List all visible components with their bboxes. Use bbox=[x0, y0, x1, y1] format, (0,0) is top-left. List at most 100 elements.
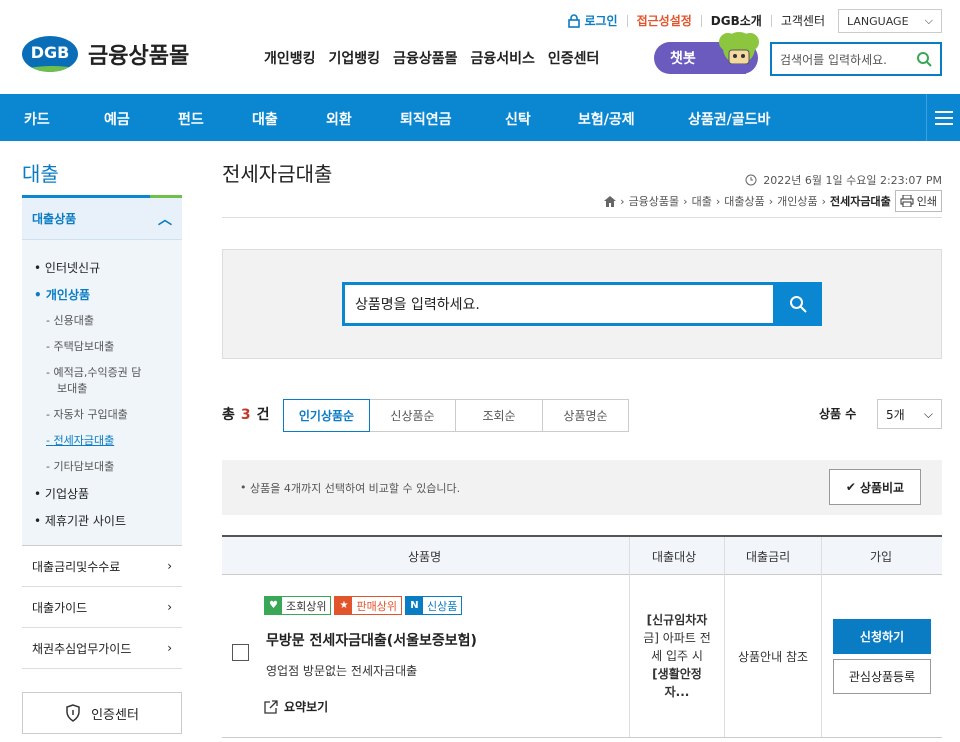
menu-card[interactable]: 카드 bbox=[24, 109, 50, 129]
sidebar-subitem-deposit-secured-cont: 보대출 bbox=[57, 382, 88, 395]
product-count-select[interactable]: 5개 ⌵ bbox=[877, 399, 942, 429]
sidebar-item-partner[interactable]: • 제휴기관 사이트 bbox=[34, 512, 126, 529]
menu-trust[interactable]: 신탁 bbox=[505, 109, 531, 129]
breadcrumb-item[interactable]: 금융상품몰 bbox=[629, 193, 680, 209]
menu-fund[interactable]: 펀드 bbox=[178, 109, 204, 129]
sidebar-section-loan-products[interactable]: 대출상품 ︿ bbox=[22, 198, 182, 240]
external-link-icon bbox=[264, 699, 278, 714]
search-icon bbox=[790, 296, 807, 313]
sidebar-item-corporate[interactable]: • 기업상품 bbox=[34, 485, 89, 502]
login-link[interactable]: 로그인 bbox=[584, 15, 628, 27]
sidebar-subitem-other[interactable]: - 기타담보대출 bbox=[46, 458, 114, 474]
sort-popular[interactable]: 인기상품순 bbox=[283, 399, 370, 432]
chevron-right-icon: › bbox=[167, 559, 172, 573]
sidebar-menu-rates[interactable]: 대출금리및수수료 › bbox=[22, 546, 182, 587]
badge-views: ♥ 조회상위 bbox=[264, 596, 332, 615]
chevron-down-icon: ⌵ bbox=[923, 406, 933, 421]
sidebar-menu-guide[interactable]: 대출가이드 › bbox=[22, 587, 182, 628]
menu-loan[interactable]: 대출 bbox=[252, 109, 278, 129]
apply-button[interactable]: 신청하기 bbox=[833, 619, 931, 654]
title-divider bbox=[222, 217, 942, 218]
print-button[interactable]: 인쇄 bbox=[894, 190, 942, 212]
category-menubar: 카드 예금 펀드 대출 외환 퇴직연금 신탁 보험/공제 상품권/골드바 bbox=[0, 94, 960, 141]
star-icon: ★ bbox=[335, 597, 353, 614]
breadcrumb: › 금융상품몰 › 대출 › 대출상품 › 개인상품 › 전세자금대출 인쇄 bbox=[604, 190, 942, 212]
gnb-financial-services[interactable]: 금융서비스 bbox=[470, 48, 534, 68]
product-search-button[interactable] bbox=[774, 282, 822, 326]
accessibility-link[interactable]: 접근성설정 bbox=[628, 15, 702, 27]
summary-link[interactable]: 요약보기 bbox=[264, 698, 328, 715]
col-target: 대출대상 bbox=[652, 550, 697, 564]
chatbot-label: 챗봇 bbox=[670, 51, 696, 67]
lock-icon bbox=[568, 14, 581, 28]
sidebar-subitem-credit[interactable]: - 신용대출 bbox=[46, 312, 94, 328]
page-title: 전세자금대출 bbox=[222, 162, 333, 186]
sidebar-title: 대출 bbox=[22, 162, 59, 186]
printer-icon bbox=[900, 195, 914, 207]
sidebar-subitem-jeonse[interactable]: - 전세자금대출 bbox=[46, 432, 114, 448]
sort-tabs: 인기상품순 신상품순 조회순 상품명순 bbox=[283, 399, 629, 432]
sidebar-item-internet[interactable]: • 인터넷신규 bbox=[34, 259, 100, 276]
check-icon: ✔ bbox=[845, 480, 856, 494]
chevron-up-icon: ︿ bbox=[158, 211, 172, 228]
utility-bar: 로그인 접근성설정 DGB소개 고객센터 LANGUAGE ⌵ bbox=[568, 9, 942, 33]
product-desc: 영업점 방문없는 전세자금대출 bbox=[266, 664, 418, 678]
sidebar-subitem-deposit-secured[interactable]: - 예적금,수익증권 담 bbox=[46, 364, 141, 380]
search-icon[interactable] bbox=[916, 51, 932, 67]
breadcrumb-item[interactable]: 대출 bbox=[692, 193, 712, 209]
badge-new: N 신상품 bbox=[404, 596, 463, 615]
sidebar-item-personal[interactable]: • 개인상품 bbox=[34, 286, 90, 303]
breadcrumb-current: 전세자금대출 bbox=[830, 195, 891, 208]
gnb-personal-banking[interactable]: 개인뱅킹 bbox=[264, 48, 316, 68]
cert-center-label: 인증센터 bbox=[91, 707, 139, 723]
chevron-down-icon: ⌵ bbox=[924, 14, 933, 27]
support-link[interactable]: 고객센터 bbox=[772, 15, 834, 27]
compare-button[interactable]: ✔ 상품비교 bbox=[829, 469, 921, 505]
header-search-input[interactable]: 검색어를 입력하세요. bbox=[780, 51, 887, 68]
global-nav: 개인뱅킹 기업뱅킹 금융상품몰 금융서비스 인증센터 bbox=[264, 48, 612, 68]
table-header: 상품명 대출대상 대출금리 가입 bbox=[222, 535, 942, 575]
product-name[interactable]: 무방문 전세자금대출(서울보증보험) bbox=[266, 630, 477, 650]
new-icon: N bbox=[405, 597, 423, 614]
add-favorite-button[interactable]: 관심상품등록 bbox=[833, 659, 931, 694]
sidebar-menu-collection[interactable]: 채권추심업무가이드 › bbox=[22, 628, 182, 669]
site-logo[interactable]: DGB 금융상품몰 bbox=[22, 36, 189, 72]
menu-forex[interactable]: 외환 bbox=[326, 109, 352, 129]
home-icon[interactable] bbox=[604, 195, 617, 207]
heart-icon: ♥ bbox=[265, 597, 282, 614]
menu-deposit[interactable]: 예금 bbox=[104, 109, 130, 129]
gnb-product-mall[interactable]: 금융상품몰 bbox=[393, 48, 457, 68]
col-join: 가입 bbox=[870, 550, 893, 564]
gnb-cert-center[interactable]: 인증센터 bbox=[548, 48, 600, 68]
sort-name[interactable]: 상품명순 bbox=[542, 399, 629, 432]
language-select[interactable]: LANGUAGE ⌵ bbox=[838, 9, 942, 33]
gnb-corporate-banking[interactable]: 기업뱅킹 bbox=[329, 48, 381, 68]
menu-pension[interactable]: 퇴직연금 bbox=[400, 109, 452, 129]
menu-giftcard[interactable]: 상품권/골드바 bbox=[688, 109, 770, 129]
sidebar-list: • 인터넷신규 • 개인상품 - 신용대출 - 주택담보대출 - 예적금,수익증… bbox=[22, 240, 182, 546]
chatbot-button[interactable]: 챗봇 bbox=[654, 32, 759, 74]
col-rate: 대출금리 bbox=[746, 550, 791, 564]
sidebar-section-label: 대출상품 bbox=[32, 212, 77, 226]
badge-sales: ★ 판매상위 bbox=[334, 596, 402, 615]
chevron-right-icon: › bbox=[167, 641, 172, 655]
header-search[interactable]: 검색어를 입력하세요. bbox=[770, 42, 942, 76]
product-search-input[interactable]: 상품명을 입력하세요. bbox=[342, 282, 776, 326]
hamburger-menu-icon[interactable] bbox=[926, 94, 960, 141]
cert-center-button[interactable]: 인증센터 bbox=[22, 692, 182, 734]
about-link[interactable]: DGB소개 bbox=[702, 15, 772, 27]
sidebar-subitem-mortgage[interactable]: - 주택담보대출 bbox=[46, 338, 114, 354]
menu-insurance[interactable]: 보험/공제 bbox=[578, 109, 635, 129]
breadcrumb-item[interactable]: 대출상품 bbox=[724, 193, 764, 209]
sort-views[interactable]: 조회순 bbox=[455, 399, 543, 432]
breadcrumb-item[interactable]: 개인상품 bbox=[777, 193, 817, 209]
product-checkbox[interactable] bbox=[232, 644, 249, 661]
language-label: LANGUAGE bbox=[847, 14, 909, 28]
sort-newest[interactable]: 신상품순 bbox=[369, 399, 456, 432]
dgb-logo-mark: DGB bbox=[22, 36, 78, 72]
col-product: 상품명 bbox=[408, 550, 442, 564]
sidebar-subitem-auto[interactable]: - 자동차 구입대출 bbox=[46, 406, 128, 422]
datetime: 2022년 6월 1일 수요일 2:23:07 PM bbox=[745, 172, 942, 188]
total-count: 총3건 bbox=[222, 407, 270, 423]
site-name: 금융상품몰 bbox=[88, 44, 190, 69]
